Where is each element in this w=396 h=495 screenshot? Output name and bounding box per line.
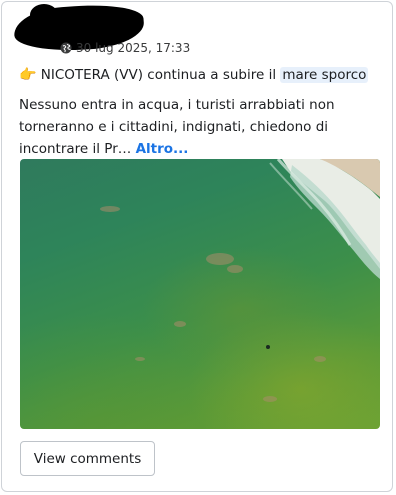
post-body: Nessuno entra in acqua, i turisti arrabb… xyxy=(19,94,381,160)
post-title: 👉 NICOTERA (VV) continua a subire il mar… xyxy=(19,66,389,84)
post-photo[interactable] xyxy=(20,159,380,429)
redacted-avatar xyxy=(30,4,58,26)
post-meta: 30 lug 2025, 17:33 xyxy=(60,40,190,56)
globe-icon xyxy=(60,42,72,54)
post-card: 30 lug 2025, 17:33 👉 NICOTERA (VV) conti… xyxy=(1,1,393,492)
post-timestamp[interactable]: 30 lug 2025, 17:33 xyxy=(76,41,190,55)
see-more-link[interactable]: Altro... xyxy=(136,141,189,157)
hashtag-highlight[interactable]: mare sporco xyxy=(280,67,369,83)
post-title-text: NICOTERA (VV) continua a subire il xyxy=(40,67,281,83)
sea-aerial-image xyxy=(100,159,380,402)
pointing-hand-emoji: 👉 xyxy=(19,67,37,83)
view-comments-button[interactable]: View comments xyxy=(20,441,155,476)
